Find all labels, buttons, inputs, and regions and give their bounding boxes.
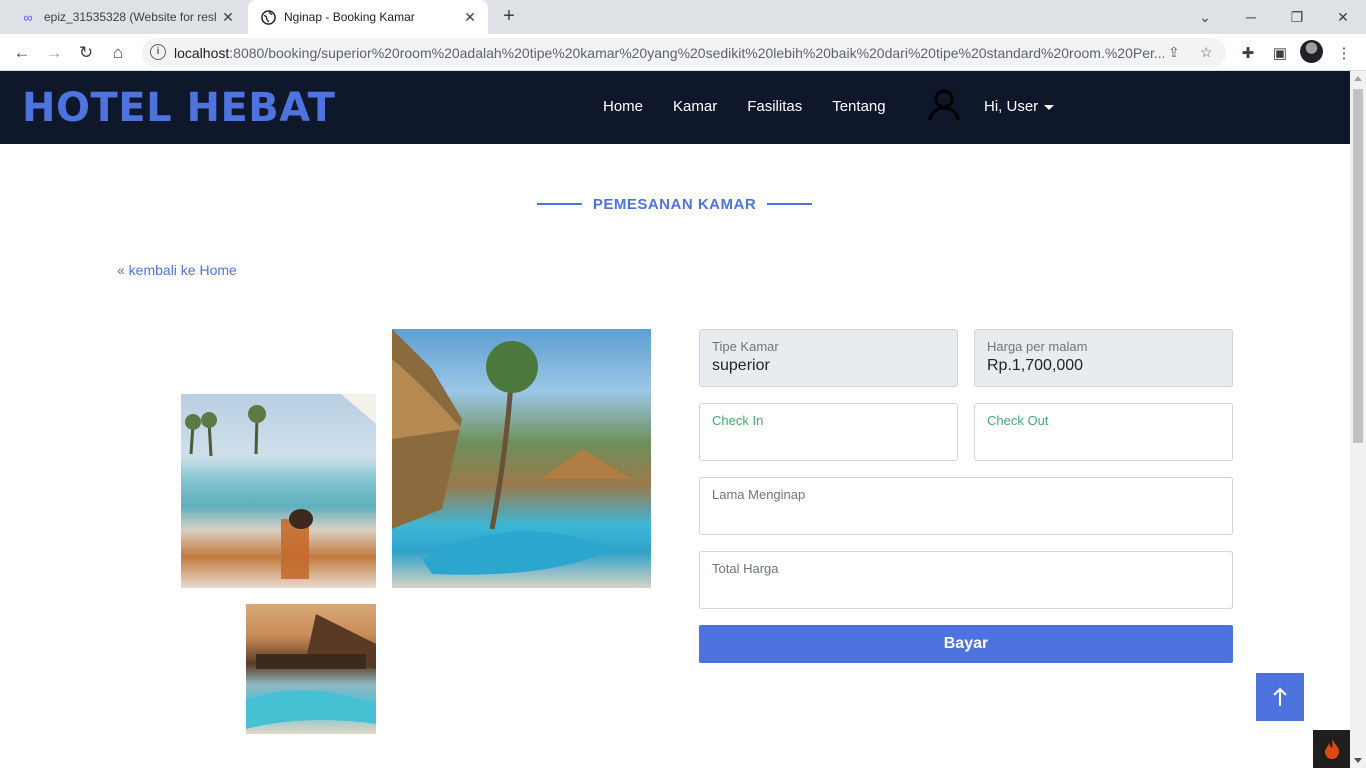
nav-link-home[interactable]: Home: [603, 98, 643, 115]
heading-line-right: [767, 203, 813, 205]
page-scrollbar[interactable]: [1350, 71, 1366, 768]
extensions-icon[interactable]: ✚: [1237, 42, 1259, 64]
globe-icon: [260, 9, 276, 25]
reload-icon[interactable]: ↻: [73, 40, 99, 66]
menu-kebab-icon[interactable]: ⋮: [1333, 42, 1355, 64]
back-to-home-link[interactable]: « kembali ke Home: [117, 262, 237, 278]
arrow-up-icon: [1273, 687, 1287, 706]
bayar-button[interactable]: Bayar: [699, 625, 1233, 663]
nav-links: Home Kamar Fasilitas Tentang: [588, 98, 901, 115]
total-harga-field[interactable]: Total Harga: [699, 551, 1233, 609]
photo-beach-pool: [181, 394, 376, 588]
infinity-icon: ∞: [23, 9, 33, 25]
harga-label: Harga per malam: [987, 339, 1088, 354]
tab-title: Nginap - Booking Kamar: [284, 10, 415, 24]
check-in-field[interactable]: Check In: [699, 403, 958, 461]
share-icon[interactable]: ⇪: [1168, 44, 1180, 61]
address-bar[interactable]: i localhost:8080/booking/superior%20room…: [142, 38, 1226, 67]
photo-lodge-pool: [246, 604, 376, 734]
scrollbar-thumb[interactable]: [1353, 89, 1363, 443]
lama-menginap-field[interactable]: Lama Menginap: [699, 477, 1233, 535]
tipe-kamar-value: superior: [712, 357, 770, 374]
scroll-up-icon[interactable]: [1354, 76, 1362, 81]
home-icon[interactable]: ⌂: [105, 40, 131, 66]
url-text[interactable]: localhost:8080/booking/superior%20room%2…: [174, 45, 1164, 61]
tab-title: epiz_31535328 (Website for resh: [44, 10, 216, 24]
minimize-icon[interactable]: ─: [1228, 0, 1274, 34]
check-out-label: Check Out: [987, 413, 1049, 428]
browser-tab-inactive[interactable]: ∞ epiz_31535328 (Website for resh ✕: [8, 0, 246, 34]
close-tab-icon[interactable]: ✕: [216, 9, 240, 26]
side-panel-icon[interactable]: ▣: [1269, 42, 1291, 64]
tipe-kamar-field[interactable]: Tipe Kamar superior: [699, 329, 958, 387]
url-host: localhost: [174, 45, 230, 61]
check-in-label: Check In: [712, 413, 764, 428]
browser-tab-bar: ∞ epiz_31535328 (Website for resh ✕ Ngin…: [0, 0, 1366, 34]
caret-down-icon: [1044, 104, 1055, 110]
scroll-to-top-button[interactable]: [1256, 673, 1304, 721]
scroll-down-icon[interactable]: [1354, 758, 1362, 763]
brand-logo[interactable]: HOTEL HEBAT: [22, 85, 335, 131]
profile-avatar[interactable]: [1300, 40, 1323, 63]
browser-toolbar: ← → ↻ ⌂ i localhost:8080/booking/superio…: [0, 34, 1366, 71]
forward-icon[interactable]: →: [41, 40, 67, 66]
user-icon[interactable]: [927, 89, 961, 121]
nav-link-fasilitas[interactable]: Fasilitas: [747, 98, 802, 115]
check-out-field[interactable]: Check Out: [974, 403, 1233, 461]
debug-toolbar-flame-icon[interactable]: [1313, 730, 1350, 768]
site-info-icon[interactable]: i: [150, 44, 166, 60]
restore-icon[interactable]: ❐: [1274, 0, 1320, 34]
browser-tab-active[interactable]: Nginap - Booking Kamar ✕: [248, 0, 488, 34]
page-title: PEMESANAN KAMAR: [592, 195, 757, 213]
user-greeting: Hi, User: [984, 98, 1039, 115]
harga-field[interactable]: Harga per malam Rp.1,700,000: [974, 329, 1233, 387]
harga-value: Rp.1,700,000: [987, 357, 1084, 374]
site-navbar: HOTEL HEBAT Home Kamar Fasilitas Tentang…: [0, 71, 1350, 144]
photo-resort-pool: [392, 329, 651, 588]
close-window-icon[interactable]: ✕: [1320, 0, 1366, 34]
user-dropdown[interactable]: Hi, User: [984, 98, 1055, 115]
nav-link-kamar[interactable]: Kamar: [673, 98, 717, 115]
new-tab-icon[interactable]: +: [498, 6, 520, 28]
page-viewport: HOTEL HEBAT Home Kamar Fasilitas Tentang…: [0, 71, 1350, 768]
section-heading: PEMESANAN KAMAR: [531, 193, 818, 215]
bookmark-star-icon[interactable]: ☆: [1200, 44, 1213, 61]
heading-line-left: [536, 203, 582, 205]
lama-menginap-label: Lama Menginap: [712, 487, 806, 502]
nav-link-tentang[interactable]: Tentang: [832, 98, 885, 115]
tab-search-icon[interactable]: ⌄: [1182, 0, 1228, 34]
close-tab-icon[interactable]: ✕: [458, 9, 482, 26]
back-icon[interactable]: ←: [9, 40, 35, 66]
url-path: :8080/booking/superior%20room%20adalah%2…: [229, 45, 1164, 61]
tipe-kamar-label: Tipe Kamar: [712, 339, 779, 354]
total-harga-label: Total Harga: [712, 561, 779, 576]
